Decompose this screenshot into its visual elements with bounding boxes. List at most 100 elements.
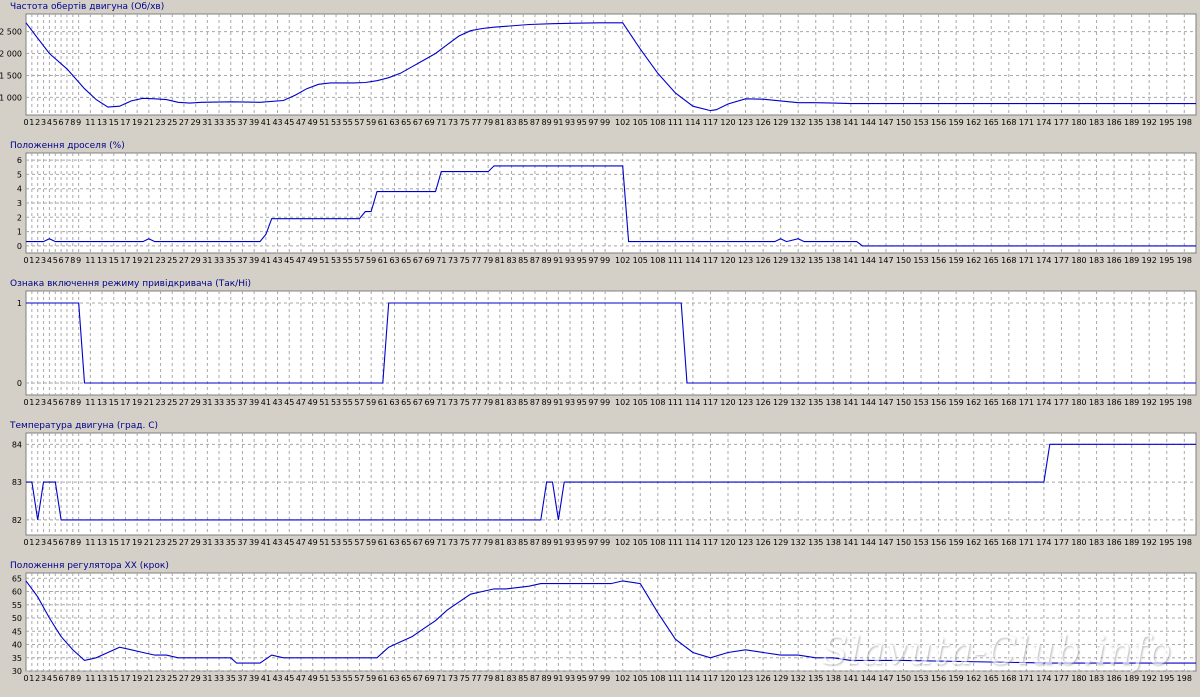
x-tick-label: 147 (878, 674, 893, 683)
x-tick-label: 23 (155, 398, 165, 407)
x-tick-label: 9 (76, 118, 81, 127)
x-tick-label: 83 (506, 398, 516, 407)
x-tick-label: 93 (565, 398, 575, 407)
x-tick-label: 53 (331, 118, 341, 127)
x-tick-label: 126 (755, 118, 770, 127)
x-tick-label: 186 (1106, 118, 1121, 127)
x-tick-label: 126 (755, 674, 770, 683)
x-tick-label: 29 (191, 398, 201, 407)
x-tick-label: 45 (284, 256, 294, 265)
x-tick-label: 123 (738, 674, 753, 683)
chart-panel-2: Положення дроселя (%)0 1 2 3 4 5 6 7 8 9 11 13 15 17 1… (10, 141, 1197, 265)
x-tick-label: 65 (401, 256, 411, 265)
y-tick-label: 84 (12, 440, 22, 449)
x-tick-label: 15 (109, 398, 119, 407)
x-tick-label: 45 (284, 398, 294, 407)
x-tick-label: 41 (261, 538, 271, 547)
x-tick-label: 141 (843, 538, 858, 547)
x-tick-label: 123 (738, 538, 753, 547)
x-tick-label: 162 (966, 674, 981, 683)
x-tick-label: 105 (633, 674, 648, 683)
x-tick-label: 192 (1142, 398, 1157, 407)
chart-panel-1: Частота обертів двигуна (Об/хв)0 1 2 3 4 5 6 7 8… (0, 2, 1197, 127)
x-tick-label: 102 (615, 674, 630, 683)
x-tick-label: 135 (808, 118, 823, 127)
x-tick-label: 89 (542, 256, 552, 265)
x-tick-label: 99 (600, 398, 610, 407)
x-tick-label: 25 (167, 398, 177, 407)
x-tick-label: 91 (553, 674, 563, 683)
x-tick-label: 29 (191, 256, 201, 265)
x-tick-label: 81 (495, 256, 505, 265)
x-tick-label: 135 (808, 674, 823, 683)
y-tick-label: 3 (17, 199, 22, 208)
x-tick-label: 61 (378, 118, 388, 127)
x-tick-label: 15 (109, 674, 119, 683)
x-tick-label: 67 (413, 118, 423, 127)
x-tick-label: 2 (35, 538, 40, 547)
x-tick-label: 8 (70, 118, 75, 127)
x-tick-label: 3 (41, 398, 46, 407)
x-tick-label: 126 (755, 538, 770, 547)
x-tick-label: 138 (826, 118, 841, 127)
x-tick-label: 47 (296, 538, 306, 547)
x-tick-label: 180 (1071, 538, 1086, 547)
x-tick-label: 85 (518, 118, 528, 127)
x-tick-label: 183 (1089, 398, 1104, 407)
x-tick-label: 81 (495, 674, 505, 683)
x-tick-label: 55 (343, 674, 353, 683)
x-tick-label: 37 (237, 398, 247, 407)
x-tick-label: 79 (483, 674, 493, 683)
x-tick-label: 168 (1001, 398, 1016, 407)
x-tick-label: 89 (542, 538, 552, 547)
x-tick-label: 108 (650, 256, 665, 265)
x-tick-label: 69 (425, 538, 435, 547)
x-tick-label: 1 (29, 256, 34, 265)
x-tick-label: 85 (518, 538, 528, 547)
x-tick-label: 47 (296, 398, 306, 407)
x-tick-label: 180 (1071, 674, 1086, 683)
x-tick-label: 141 (843, 118, 858, 127)
x-tick-label: 8 (70, 398, 75, 407)
x-tick-label: 83 (506, 256, 516, 265)
x-tick-label: 153 (913, 256, 928, 265)
x-tick-label: 198 (1177, 118, 1192, 127)
x-tick-label: 153 (913, 118, 928, 127)
x-tick-label: 180 (1071, 256, 1086, 265)
y-tick-label: 6 (17, 156, 22, 165)
x-tick-label: 71 (436, 538, 446, 547)
x-tick-label: 87 (530, 674, 540, 683)
x-tick-label: 132 (791, 398, 806, 407)
x-tick-label: 1 (29, 398, 34, 407)
chart-title: Частота обертів двигуна (Об/хв) (10, 2, 164, 12)
x-tick-label: 171 (1019, 674, 1034, 683)
x-tick-label: 195 (1159, 256, 1174, 265)
x-tick-label: 51 (319, 118, 329, 127)
x-tick-label: 23 (155, 256, 165, 265)
x-tick-label: 177 (1054, 398, 1069, 407)
x-tick-label: 120 (720, 538, 735, 547)
x-tick-label: 162 (966, 118, 981, 127)
x-tick-label: 69 (425, 118, 435, 127)
chart-panel-3: Ознака включення режиму привідкривача (Т… (10, 279, 1197, 407)
x-tick-label: 11 (85, 674, 95, 683)
x-tick-label: 37 (237, 538, 247, 547)
x-tick-label: 81 (495, 118, 505, 127)
x-tick-label: 97 (588, 398, 598, 407)
x-tick-label: 138 (826, 398, 841, 407)
x-tick-label: 71 (436, 398, 446, 407)
x-tick-label: 65 (401, 538, 411, 547)
x-tick-label: 93 (565, 256, 575, 265)
x-tick-label: 156 (931, 398, 946, 407)
x-tick-label: 159 (949, 118, 964, 127)
x-tick-label: 93 (565, 674, 575, 683)
x-tick-label: 150 (896, 674, 911, 683)
x-tick-label: 51 (319, 256, 329, 265)
x-tick-label: 33 (214, 398, 224, 407)
x-tick-label: 83 (506, 674, 516, 683)
x-tick-label: 61 (378, 256, 388, 265)
x-tick-label: 19 (132, 674, 142, 683)
x-tick-label: 162 (966, 538, 981, 547)
chart-panels: Частота обертів двигуна (Об/хв)0 1 2 3 4 5 6 7 8… (0, 2, 1197, 683)
x-tick-label: 114 (685, 398, 700, 407)
